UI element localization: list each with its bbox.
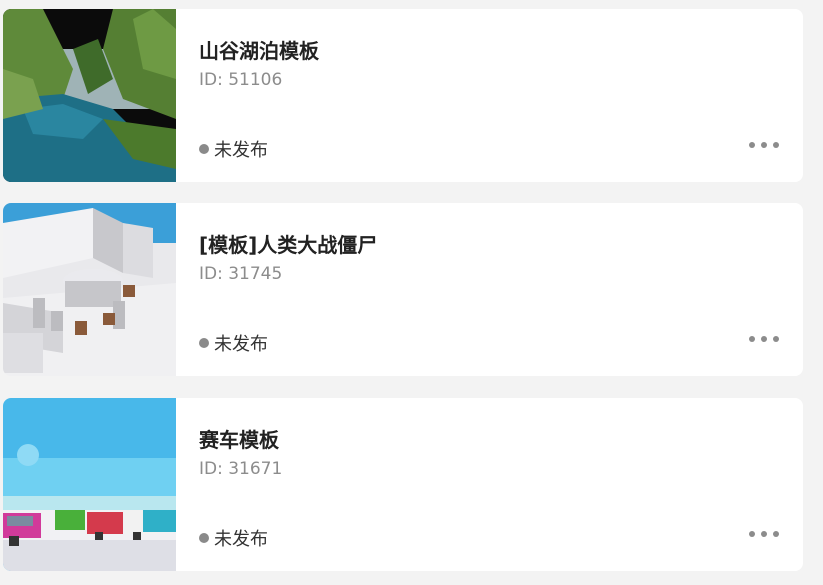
- status-badge: 未发布: [199, 136, 268, 162]
- dot: [749, 142, 755, 148]
- template-id: ID: 31671: [199, 459, 283, 479]
- template-thumbnail[interactable]: [3, 9, 176, 182]
- valley-lake-image: [3, 9, 176, 182]
- more-options-icon[interactable]: [749, 331, 779, 347]
- template-title: [模板]人类大战僵尸: [199, 233, 378, 257]
- status-label: 未发布: [214, 140, 268, 161]
- status-dot-icon: [199, 338, 209, 348]
- template-id: ID: 31745: [199, 264, 283, 284]
- template-title: 赛车模板: [199, 428, 279, 452]
- status-badge: 未发布: [199, 525, 268, 551]
- dot: [761, 142, 767, 148]
- status-dot-icon: [199, 533, 209, 543]
- dot: [773, 336, 779, 342]
- template-thumbnail[interactable]: [3, 398, 176, 571]
- racing-cars-image: [3, 398, 176, 571]
- template-card[interactable]: 山谷湖泊模板 ID: 51106 未发布: [3, 9, 803, 182]
- template-id: ID: 51106: [199, 70, 283, 90]
- dot: [773, 142, 779, 148]
- dot: [773, 531, 779, 537]
- template-thumbnail[interactable]: [3, 203, 176, 376]
- template-card[interactable]: [模板]人类大战僵尸 ID: 31745 未发布: [3, 203, 803, 376]
- template-title: 山谷湖泊模板: [199, 39, 319, 63]
- dot: [761, 531, 767, 537]
- dot: [761, 336, 767, 342]
- template-card[interactable]: 赛车模板 ID: 31671 未发布: [3, 398, 803, 571]
- status-label: 未发布: [214, 529, 268, 550]
- voxel-room-image: [3, 203, 176, 376]
- more-options-icon[interactable]: [749, 526, 779, 542]
- dot: [749, 336, 755, 342]
- dot: [749, 531, 755, 537]
- more-options-icon[interactable]: [749, 137, 779, 153]
- status-label: 未发布: [214, 334, 268, 355]
- status-badge: 未发布: [199, 330, 268, 356]
- status-dot-icon: [199, 144, 209, 154]
